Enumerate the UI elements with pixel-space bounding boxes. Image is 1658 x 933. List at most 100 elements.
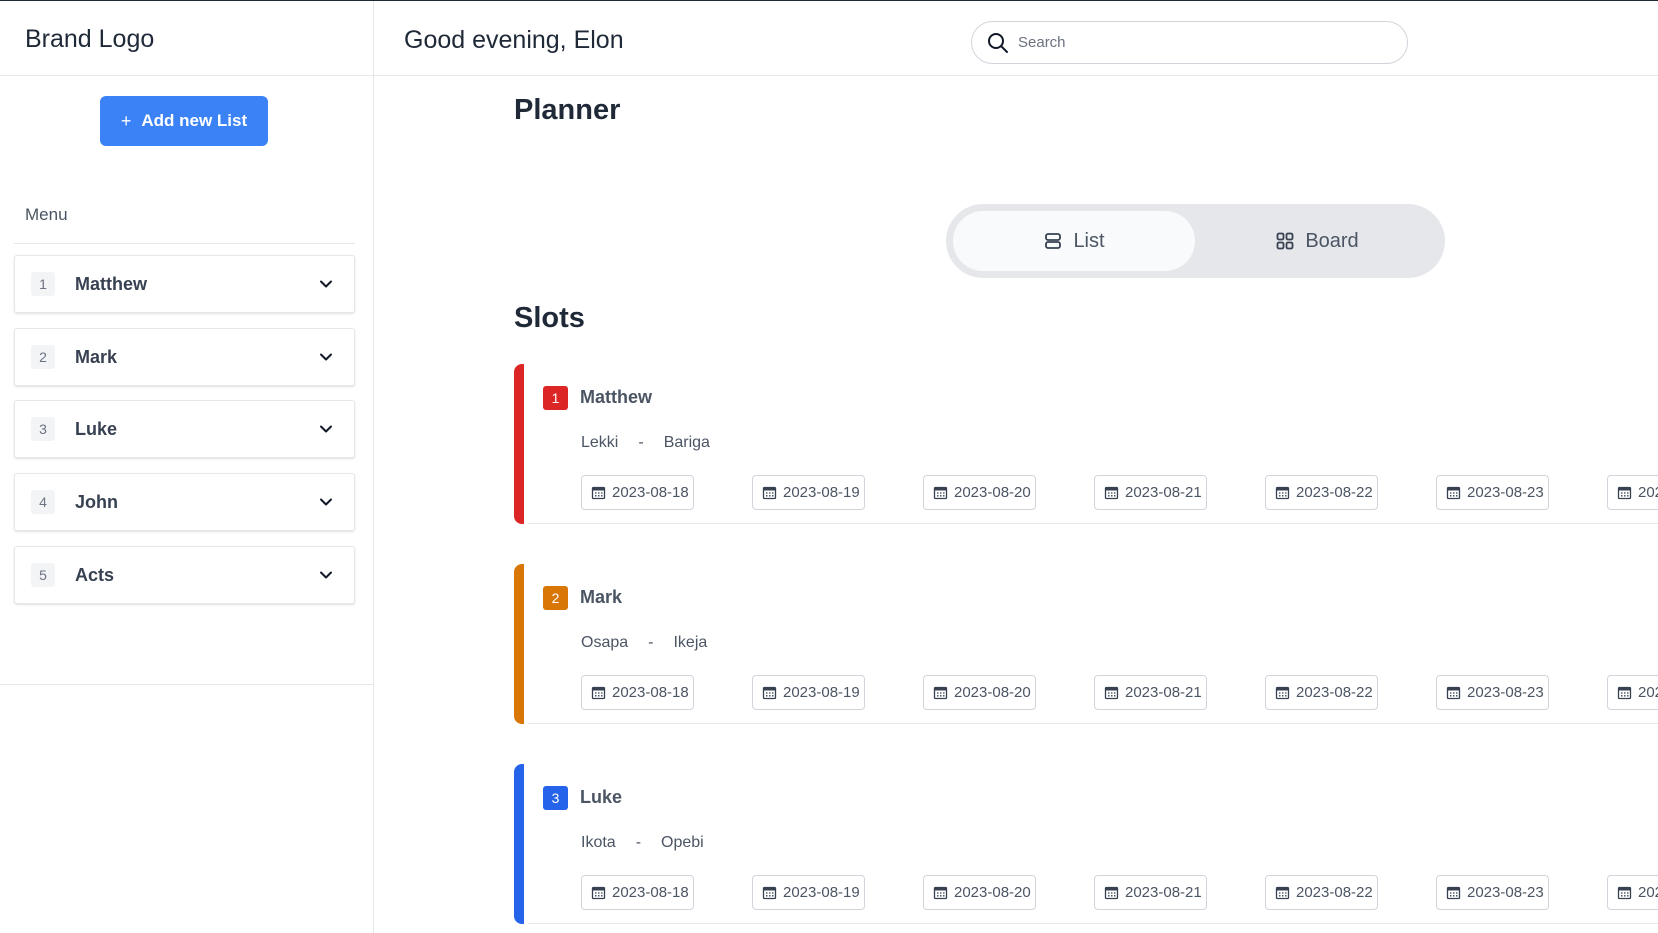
calendar-icon bbox=[1275, 686, 1290, 700]
date-chip[interactable]: 2023-08-21 bbox=[1094, 675, 1207, 710]
calendar-icon bbox=[762, 886, 777, 900]
date-chip[interactable]: 2023-08-19 bbox=[752, 675, 865, 710]
date-chip[interactable]: 2023-08-24 bbox=[1607, 675, 1658, 710]
slot-card[interactable]: 2 Mark Osapa - Ikeja 2023-08-18 2023-08-19 2023… bbox=[514, 564, 1658, 724]
calendar-icon bbox=[933, 886, 948, 900]
search-input[interactable] bbox=[1018, 34, 1378, 51]
date-chip[interactable]: 2023-08-21 bbox=[1094, 475, 1207, 510]
route-from: Lekki bbox=[581, 434, 619, 451]
date-chip[interactable]: 2023-08-18 bbox=[581, 875, 694, 910]
sidebar-item-mark[interactable]: 2 Mark bbox=[14, 328, 355, 386]
date-chip[interactable]: 2023-08-20 bbox=[923, 675, 1036, 710]
menu-item-number: 3 bbox=[31, 417, 55, 441]
search-bar[interactable] bbox=[971, 21, 1408, 64]
menu-divider bbox=[14, 243, 355, 244]
slot-name: Luke bbox=[580, 787, 623, 807]
date-chip-label: 2023-08-24 bbox=[1638, 684, 1658, 701]
calendar-icon bbox=[1446, 886, 1461, 900]
date-chip[interactable]: 2023-08-19 bbox=[752, 475, 865, 510]
slot-bar-gap bbox=[524, 764, 528, 924]
date-chip-label: 2023-08-18 bbox=[612, 684, 689, 701]
date-chip[interactable]: 2023-08-24 bbox=[1607, 475, 1658, 510]
calendar-icon bbox=[762, 686, 777, 700]
slots-title: Slots bbox=[514, 302, 585, 334]
calendar-icon bbox=[1446, 686, 1461, 700]
calendar-icon bbox=[591, 886, 606, 900]
sidebar-item-matthew[interactable]: 1 Matthew bbox=[14, 255, 355, 313]
menu-item-label: Luke bbox=[75, 418, 118, 439]
route-to: Ikeja bbox=[673, 634, 708, 651]
slot-color-bar bbox=[514, 764, 524, 924]
slot-dates: 2023-08-18 2023-08-19 2023-08-20 2023-08-21… bbox=[581, 875, 1658, 911]
date-chip[interactable]: 2023-08-18 bbox=[581, 475, 694, 510]
date-chip[interactable]: 2023-08-22 bbox=[1265, 675, 1378, 710]
calendar-icon bbox=[762, 486, 777, 500]
slot-route: Ikota - Opebi bbox=[581, 834, 704, 852]
date-chip-label: 2023-08-24 bbox=[1638, 484, 1658, 501]
board-view-button[interactable]: Board bbox=[1196, 211, 1438, 271]
menu-label: Menu bbox=[25, 205, 68, 224]
calendar-icon bbox=[1104, 686, 1119, 700]
date-chip-label: 2023-08-21 bbox=[1125, 684, 1202, 701]
slot-name: Matthew bbox=[580, 387, 652, 407]
date-chip-label: 2023-08-20 bbox=[954, 684, 1031, 701]
chevron-down-icon[interactable] bbox=[318, 567, 334, 583]
slot-card[interactable]: 3 Luke Ikota - Opebi 2023-08-18 2023-08-19 2023… bbox=[514, 764, 1658, 924]
calendar-icon bbox=[1446, 486, 1461, 500]
calendar-icon bbox=[1104, 886, 1119, 900]
menu-item-label: Matthew bbox=[75, 273, 147, 294]
add-new-list-button[interactable]: + Add new List bbox=[100, 96, 268, 146]
search-icon bbox=[988, 32, 1008, 53]
add-new-list-label: Add new List bbox=[141, 111, 248, 130]
date-chip[interactable]: 2023-08-23 bbox=[1436, 875, 1549, 910]
date-chip-label: 2023-08-21 bbox=[1125, 884, 1202, 901]
list-view-button[interactable]: List bbox=[953, 211, 1195, 271]
date-chip-label: 2023-08-20 bbox=[954, 884, 1031, 901]
chevron-down-icon[interactable] bbox=[318, 494, 334, 510]
date-chip-label: 2023-08-23 bbox=[1467, 684, 1544, 701]
route-separator: - bbox=[635, 834, 642, 851]
slot-name: Mark bbox=[580, 587, 623, 607]
date-chip-label: 2023-08-24 bbox=[1638, 884, 1658, 901]
chevron-down-icon[interactable] bbox=[318, 421, 334, 437]
slot-number-badge: 2 bbox=[543, 586, 568, 610]
chevron-down-icon[interactable] bbox=[318, 349, 334, 365]
calendar-icon bbox=[933, 686, 948, 700]
date-chip[interactable]: 2023-08-20 bbox=[923, 475, 1036, 510]
page-title: Planner bbox=[514, 94, 621, 126]
sidebar: Brand Logo + Add new List Menu 1 Matthew… bbox=[0, 1, 374, 933]
sidebar-item-luke[interactable]: 3 Luke bbox=[14, 400, 355, 458]
route-from: Osapa bbox=[581, 634, 629, 651]
menu-item-label: John bbox=[75, 491, 118, 512]
menu-item-number: 2 bbox=[31, 345, 55, 369]
date-chip[interactable]: 2023-08-18 bbox=[581, 675, 694, 710]
date-chip[interactable]: 2023-08-23 bbox=[1436, 475, 1549, 510]
calendar-icon bbox=[591, 686, 606, 700]
route-from: Ikota bbox=[581, 834, 616, 851]
brand-logo[interactable]: Brand Logo bbox=[25, 25, 154, 54]
date-chip-label: 2023-08-19 bbox=[783, 484, 860, 501]
date-chip[interactable]: 2023-08-22 bbox=[1265, 875, 1378, 910]
greeting-text: Good evening, Elon bbox=[404, 26, 624, 54]
slot-color-bar bbox=[514, 564, 524, 724]
route-to: Bariga bbox=[663, 434, 710, 451]
calendar-icon bbox=[1617, 886, 1632, 900]
list-icon bbox=[1045, 233, 1062, 249]
date-chip[interactable]: 2023-08-21 bbox=[1094, 875, 1207, 910]
date-chip[interactable]: 2023-08-22 bbox=[1265, 475, 1378, 510]
date-chip[interactable]: 2023-08-23 bbox=[1436, 675, 1549, 710]
list-view-label: List bbox=[1073, 229, 1105, 252]
slot-route: Osapa - Ikeja bbox=[581, 634, 707, 652]
date-chip[interactable]: 2023-08-20 bbox=[923, 875, 1036, 910]
chevron-down-icon[interactable] bbox=[318, 276, 334, 292]
slot-card[interactable]: 1 Matthew Lekki - Bariga 2023-08-18 2023-08-19… bbox=[514, 364, 1658, 524]
slot-number-badge: 3 bbox=[543, 786, 568, 810]
date-chip[interactable]: 2023-08-24 bbox=[1607, 875, 1658, 910]
date-chip[interactable]: 2023-08-19 bbox=[752, 875, 865, 910]
sidebar-item-acts[interactable]: 5 Acts bbox=[14, 546, 355, 604]
date-chip-label: 2023-08-20 bbox=[954, 484, 1031, 501]
date-chip-label: 2023-08-21 bbox=[1125, 484, 1202, 501]
sidebar-item-john[interactable]: 4 John bbox=[14, 473, 355, 531]
calendar-icon bbox=[1104, 486, 1119, 500]
calendar-icon bbox=[1617, 486, 1632, 500]
